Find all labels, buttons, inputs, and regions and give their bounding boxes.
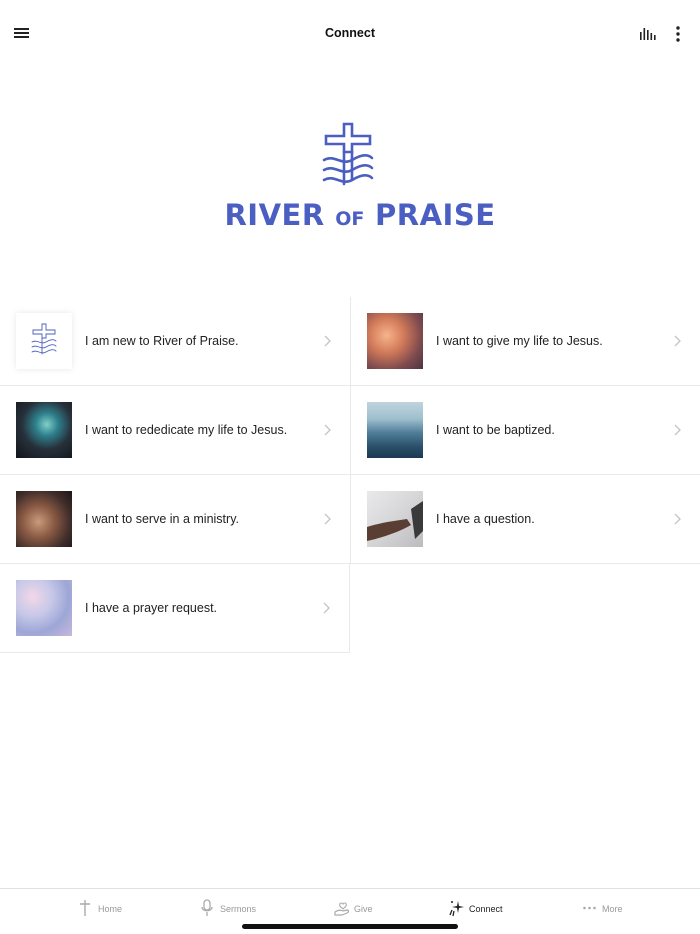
page-title: Connect	[325, 26, 375, 40]
list-item[interactable]: I am new to River of Praise.	[0, 297, 350, 386]
top-bar: Connect	[0, 0, 700, 66]
chevron-right-icon	[674, 513, 681, 525]
chevron-right-icon	[674, 424, 681, 436]
chevron-right-icon	[324, 335, 331, 347]
list-item-label: I want to give my life to Jesus.	[436, 334, 603, 348]
church-logo: RIVER OF PRAISE	[200, 122, 520, 232]
chevron-right-icon	[324, 513, 331, 525]
audio-bars-icon[interactable]	[639, 26, 657, 42]
list-item-label: I have a prayer request.	[85, 601, 218, 615]
list-item-label: I want to be baptized.	[436, 423, 555, 437]
list-item[interactable]: I want to rededicate my life to Jesus.	[0, 386, 350, 475]
tab-label: Home	[98, 904, 123, 914]
home-indicator[interactable]	[242, 924, 458, 929]
list-item[interactable]: I want to be baptized.	[350, 386, 700, 475]
chevron-right-icon	[324, 424, 331, 436]
list-item[interactable]: I have a prayer request.	[0, 564, 350, 653]
tab-label: Connect	[469, 904, 503, 914]
hands-photo	[16, 491, 72, 547]
giving-hand-icon	[334, 902, 350, 916]
list-item[interactable]: I want to serve in a ministry.	[0, 475, 350, 564]
ocean-waves-photo	[367, 402, 423, 458]
tab-home[interactable]: Home	[78, 899, 128, 921]
tab-sermons[interactable]: Sermons	[200, 899, 262, 921]
more-options-icon[interactable]	[672, 25, 684, 43]
sparkle-icon	[449, 901, 464, 917]
hand-guitar-photo	[367, 491, 423, 547]
chevron-right-icon	[674, 335, 681, 347]
tab-give[interactable]: Give	[334, 899, 378, 921]
tab-connect[interactable]: Connect	[449, 899, 509, 921]
more-dots-icon	[583, 906, 596, 910]
chevron-right-icon	[323, 602, 330, 614]
worship-concert-photo	[16, 402, 72, 458]
tab-label: More	[602, 904, 623, 914]
sunset-clouds-photo	[367, 313, 423, 369]
tab-label: Sermons	[220, 904, 257, 914]
tab-label: Give	[354, 904, 373, 914]
cross-waves-logo-icon	[322, 122, 374, 186]
cross-icon	[80, 900, 90, 916]
river-of-praise-logo-thumbnail	[16, 313, 72, 369]
list-item-label: I want to serve in a ministry.	[85, 512, 239, 526]
tab-more[interactable]: More	[582, 899, 628, 921]
list-item[interactable]: I want to give my life to Jesus.	[350, 297, 700, 386]
list-item[interactable]: I have a question.	[350, 475, 700, 564]
church-name: RIVER OF PRAISE	[224, 198, 496, 232]
microphone-icon	[201, 899, 213, 916]
list-item-label: I want to rededicate my life to Jesus.	[85, 423, 288, 437]
list-item-label: I am new to River of Praise.	[85, 334, 239, 348]
pastel-sky-photo	[16, 580, 72, 636]
list-item-label: I have a question.	[436, 512, 535, 526]
